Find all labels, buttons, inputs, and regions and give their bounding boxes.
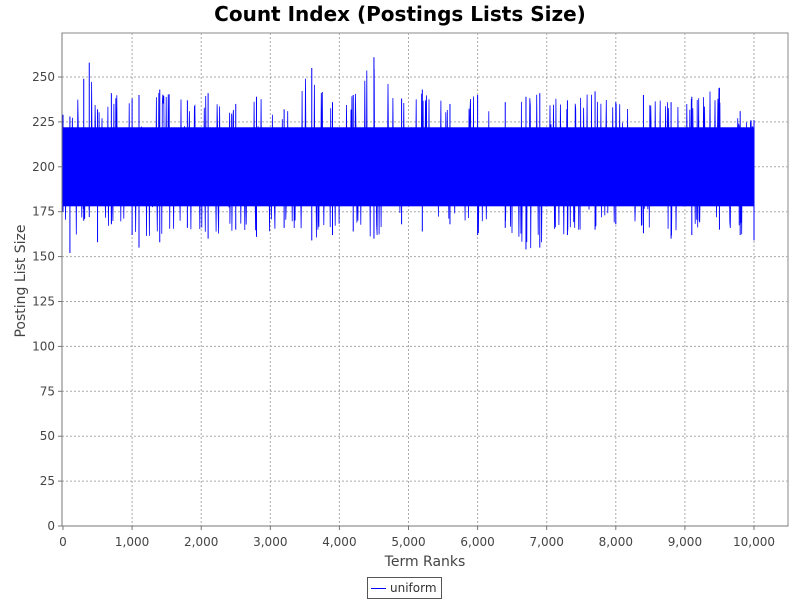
- y-tick-label: 25: [40, 474, 55, 488]
- x-tick-label: 9,000: [668, 535, 702, 549]
- y-tick-label: 75: [40, 384, 55, 398]
- x-ticks: 0 1,000 2,000 3,000 4,000 5,000 6,000 7,000 8,00…: [59, 526, 775, 549]
- legend: uniform: [367, 577, 442, 599]
- x-tick-label: 0: [59, 535, 67, 549]
- x-tick-label: 4,000: [322, 535, 356, 549]
- y-tick-label: 200: [32, 160, 55, 174]
- x-tick-label: 2,000: [184, 535, 218, 549]
- plot-area: [61, 32, 789, 527]
- x-tick-label: 8,000: [599, 535, 633, 549]
- x-tick-label: 1,000: [115, 535, 149, 549]
- y-tick-label: 175: [32, 205, 55, 219]
- x-tick-label: 5,000: [391, 535, 425, 549]
- x-tick-label: 10,000: [733, 535, 775, 549]
- legend-swatch: [371, 587, 386, 589]
- x-tick-label: 3,000: [253, 535, 287, 549]
- chart: 0 1,000 2,000 3,000 4,000 5,000 6,000 7,000 8,00…: [13, 32, 789, 570]
- y-ticks: 0 25 50 75 100 125 150 175 200 225 250: [32, 70, 62, 533]
- y-axis-label: Posting List Size: [13, 224, 29, 337]
- x-tick-label: 7,000: [530, 535, 564, 549]
- y-tick-label: 50: [40, 429, 55, 443]
- x-axis-label: Term Ranks: [384, 554, 466, 570]
- y-tick-label: 250: [32, 70, 55, 84]
- y-tick-label: 150: [32, 250, 55, 264]
- y-tick-label: 0: [47, 519, 55, 533]
- y-tick-label: 225: [32, 115, 55, 129]
- x-tick-label: 6,000: [460, 535, 494, 549]
- y-tick-label: 100: [32, 339, 55, 353]
- y-tick-label: 125: [32, 295, 55, 309]
- legend-label: uniform: [390, 581, 437, 595]
